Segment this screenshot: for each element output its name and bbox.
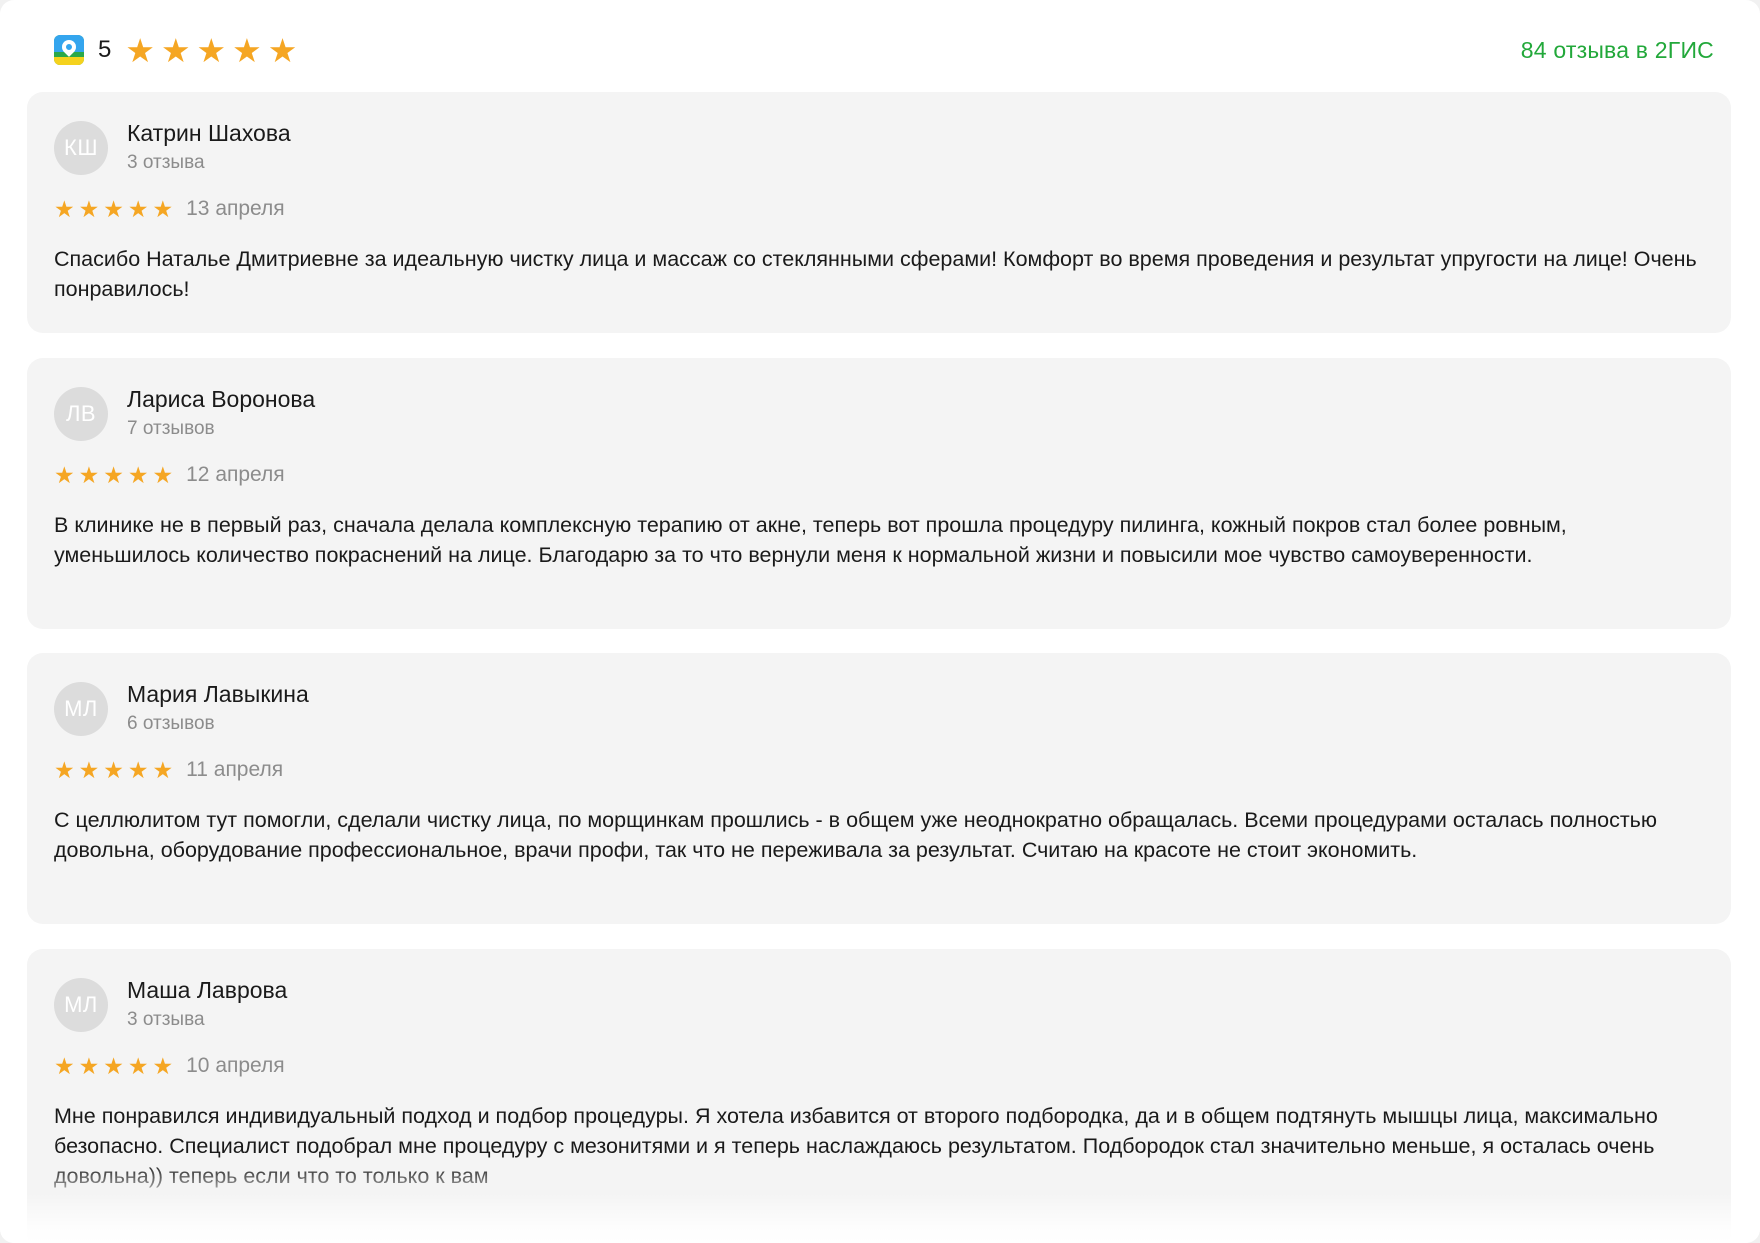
- author-reviews-count: 6 отзывов: [127, 713, 215, 734]
- star-icon: ★: [78, 195, 100, 222]
- review-meta: ★ ★ ★ ★ ★ 13 апреля: [54, 197, 285, 221]
- star-icon: ★: [103, 756, 124, 783]
- review-card: МЛ Мария Лавыкина 6 отзывов ★ ★ ★ ★ ★ 11…: [27, 653, 1731, 924]
- star-icon: ★: [54, 756, 75, 783]
- star-icon: ★: [127, 756, 149, 783]
- review-meta: ★ ★ ★ ★ ★ 11 апреля: [54, 758, 283, 782]
- star-icon: ★: [127, 1052, 149, 1079]
- star-icon: ★: [54, 1052, 75, 1079]
- star-icon: ★: [127, 195, 149, 222]
- star-icon: ★: [152, 756, 174, 783]
- review-stars: ★ ★ ★ ★ ★: [54, 195, 174, 222]
- review-text: С целлюлитом тут помогли, сделали чистку…: [54, 808, 1658, 862]
- star-icon: ★: [152, 461, 174, 488]
- star-icon: ★: [103, 195, 124, 222]
- star-icon: ★: [160, 31, 191, 69]
- star-icon: ★: [267, 31, 298, 69]
- review-meta: ★ ★ ★ ★ ★ 12 апреля: [54, 463, 285, 487]
- review-text: Спасибо Наталье Дмитриевне за идеальную …: [54, 247, 1697, 301]
- star-icon: ★: [125, 31, 155, 69]
- rating-stars: ★ ★ ★ ★ ★: [125, 34, 297, 67]
- review-date: 13 апреля: [186, 197, 285, 220]
- review-date: 12 апреля: [186, 463, 285, 486]
- review-meta: ★ ★ ★ ★ ★ 10 апреля: [54, 1054, 285, 1078]
- review-author: МЛ Маша Лаврова 3 отзыва: [54, 975, 287, 1034]
- rating-value: 5: [98, 36, 112, 63]
- author-reviews-count: 3 отзыва: [127, 152, 205, 173]
- star-icon: ★: [78, 461, 100, 488]
- star-icon: ★: [54, 461, 75, 488]
- review-text: В клинике не в первый раз, сначала делал…: [54, 513, 1567, 567]
- avatar[interactable]: ЛВ: [54, 386, 108, 441]
- author-name[interactable]: Мария Лавыкина: [127, 679, 309, 709]
- avatar[interactable]: КШ: [54, 120, 108, 175]
- review-card: ЛВ Лариса Воронова 7 отзывов ★ ★ ★ ★ ★ 1…: [27, 358, 1731, 629]
- star-icon: ★: [103, 1052, 124, 1079]
- author-reviews-count: 3 отзыва: [127, 1009, 205, 1030]
- review-stars: ★ ★ ★ ★ ★: [54, 756, 174, 783]
- avatar[interactable]: МЛ: [54, 681, 108, 736]
- reviews-header: 5 ★ ★ ★ ★ ★ 84 отзыва в 2ГИС: [54, 30, 1714, 70]
- star-icon: ★: [78, 1052, 100, 1079]
- 2gis-logo-icon: [54, 35, 84, 65]
- review-date: 10 апреля: [186, 1054, 285, 1077]
- author-name[interactable]: Маша Лаврова: [127, 975, 287, 1005]
- rating-summary: 5 ★ ★ ★ ★ ★: [54, 34, 297, 67]
- review-card: МЛ Маша Лаврова 3 отзыва ★ ★ ★ ★ ★ 10 ап…: [27, 949, 1731, 1243]
- star-icon: ★: [127, 461, 149, 488]
- author-name[interactable]: Катрин Шахова: [127, 118, 291, 148]
- review-author: КШ Катрин Шахова 3 отзыва: [54, 118, 291, 177]
- star-icon: ★: [232, 31, 262, 69]
- review-stars: ★ ★ ★ ★ ★: [54, 461, 174, 488]
- author-name[interactable]: Лариса Воронова: [127, 384, 315, 414]
- star-icon: ★: [152, 1052, 174, 1079]
- review-text: Мне понравился индивидуальный подход и п…: [54, 1104, 1658, 1188]
- all-reviews-link[interactable]: 84 отзыва в 2ГИС: [1521, 37, 1714, 64]
- review-date: 11 апреля: [186, 758, 284, 781]
- star-icon: ★: [78, 756, 100, 783]
- star-icon: ★: [103, 461, 124, 488]
- star-icon: ★: [196, 31, 227, 69]
- reviews-widget: 5 ★ ★ ★ ★ ★ 84 отзыва в 2ГИС КШ Катрин Ш…: [0, 0, 1760, 1243]
- avatar[interactable]: МЛ: [54, 977, 108, 1032]
- star-icon: ★: [54, 195, 75, 222]
- review-author: МЛ Мария Лавыкина 6 отзывов: [54, 679, 309, 738]
- star-icon: ★: [152, 195, 174, 222]
- review-stars: ★ ★ ★ ★ ★: [54, 1052, 174, 1079]
- review-card: КШ Катрин Шахова 3 отзыва ★ ★ ★ ★ ★ 13 а…: [27, 92, 1731, 333]
- author-reviews-count: 7 отзывов: [127, 418, 215, 439]
- review-author: ЛВ Лариса Воронова 7 отзывов: [54, 384, 315, 443]
